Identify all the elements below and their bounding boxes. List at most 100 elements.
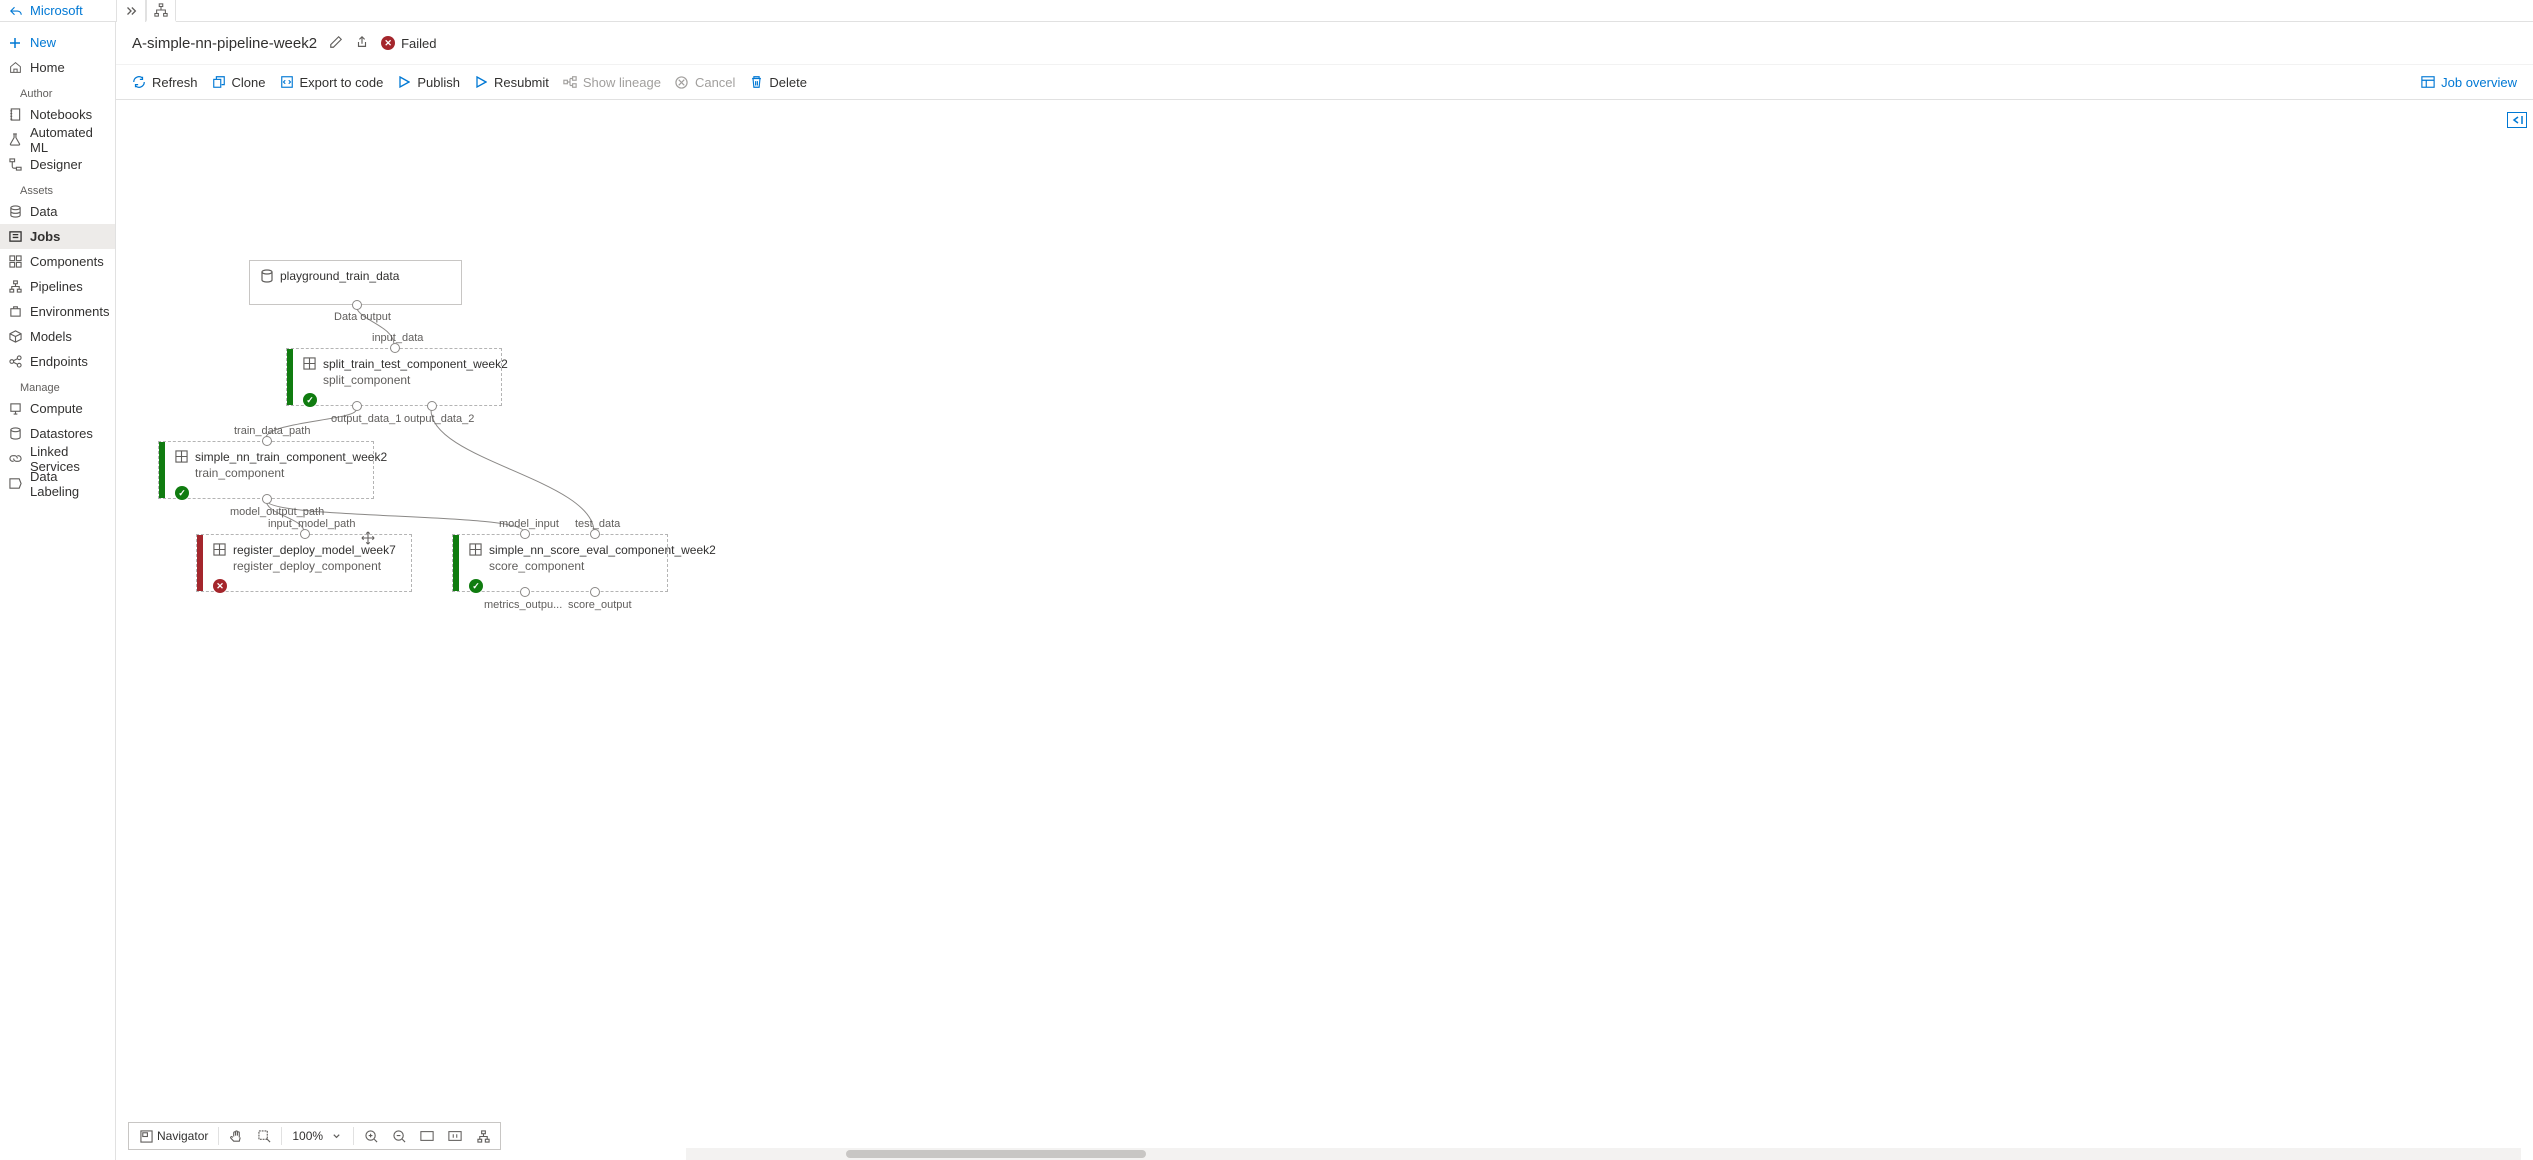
- component-icon: [469, 543, 483, 557]
- dataset-icon: [260, 269, 274, 283]
- sidebar-item-label: Jobs: [30, 229, 60, 244]
- port-data-output[interactable]: [352, 300, 362, 310]
- expand-panel-button[interactable]: [2507, 112, 2527, 128]
- pipeline-canvas[interactable]: playground_train_data Data output input_…: [116, 100, 2533, 1160]
- zoom-out-button[interactable]: [386, 1123, 412, 1149]
- component-icon: [213, 543, 227, 557]
- port-score-output[interactable]: [590, 587, 600, 597]
- job-overview-label: Job overview: [2441, 75, 2517, 90]
- pipeline-icon: [154, 3, 168, 17]
- port-output-data-1[interactable]: [352, 401, 362, 411]
- sidebar-item-linked[interactable]: Linked Services: [0, 446, 115, 471]
- sidebar-item-compute[interactable]: Compute: [0, 396, 115, 421]
- node-train[interactable]: simple_nn_train_component_week2 train_co…: [158, 441, 374, 499]
- link-icon: [8, 452, 22, 466]
- endpoints-icon: [8, 355, 22, 369]
- port-output-data-2[interactable]: [427, 401, 437, 411]
- edit-button[interactable]: [329, 35, 343, 52]
- clone-icon: [212, 75, 226, 89]
- pipeline-title: A-simple-nn-pipeline-week2: [132, 35, 317, 52]
- cancel-button: Cancel: [675, 75, 735, 90]
- refresh-button[interactable]: Refresh: [132, 75, 198, 90]
- scrollbar-thumb[interactable]: [846, 1150, 1146, 1158]
- port-model-input[interactable]: [520, 529, 530, 539]
- sidebar-item-designer[interactable]: Designer: [0, 152, 115, 177]
- share-button[interactable]: [355, 35, 369, 52]
- status-success-icon: ✓: [469, 579, 483, 593]
- sidebar-item-labeling[interactable]: Data Labeling: [0, 471, 115, 496]
- auto-layout-button[interactable]: [470, 1123, 496, 1149]
- node-playground-train-data[interactable]: playground_train_data: [249, 260, 462, 305]
- sidebar-item-label: Designer: [30, 157, 82, 172]
- sidebar-item-jobs[interactable]: Jobs: [0, 224, 115, 249]
- resubmit-label: Resubmit: [494, 75, 549, 90]
- actual-size-button[interactable]: [442, 1123, 468, 1149]
- pipelines-icon: [8, 280, 22, 294]
- models-icon: [8, 330, 22, 344]
- sidebar-home[interactable]: Home: [0, 55, 115, 80]
- status-bar-ok: [453, 535, 459, 591]
- zoom-level[interactable]: 100%: [286, 1123, 349, 1149]
- actual-size-icon: [448, 1129, 462, 1143]
- sidebar-item-endpoints[interactable]: Endpoints: [0, 349, 115, 374]
- port-input-data[interactable]: [390, 343, 400, 353]
- port-model-output-path[interactable]: [262, 494, 272, 504]
- sidebar-item-data[interactable]: Data: [0, 199, 115, 224]
- trash-icon: [749, 75, 763, 89]
- sidebar-item-datastores[interactable]: Datastores: [0, 421, 115, 446]
- resubmit-button[interactable]: Resubmit: [474, 75, 549, 90]
- node-title-label: simple_nn_score_eval_component_week2: [489, 543, 716, 557]
- node-register[interactable]: register_deploy_model_week7 register_dep…: [196, 534, 412, 592]
- sidebar-new-label: New: [30, 35, 56, 50]
- node-subtitle: score_component: [489, 559, 657, 573]
- node-title-label: playground_train_data: [280, 269, 399, 283]
- plus-icon: [8, 36, 22, 50]
- sidebar-item-environments[interactable]: Environments: [0, 299, 115, 324]
- sidebar-item-notebooks[interactable]: Notebooks: [0, 102, 115, 127]
- sidebar-item-models[interactable]: Models: [0, 324, 115, 349]
- port-test-data[interactable]: [590, 529, 600, 539]
- hand-icon: [229, 1129, 243, 1143]
- sidebar-item-pipelines[interactable]: Pipelines: [0, 274, 115, 299]
- sidebar-item-label: Datastores: [30, 426, 93, 441]
- sidebar-item-label: Components: [30, 254, 104, 269]
- flask-icon: [8, 133, 22, 147]
- delete-button[interactable]: Delete: [749, 75, 807, 90]
- port-label: Data output: [334, 311, 391, 323]
- cancel-icon: [675, 75, 689, 89]
- clone-button[interactable]: Clone: [212, 75, 266, 90]
- pan-button[interactable]: [223, 1123, 249, 1149]
- fit-screen-button[interactable]: [414, 1123, 440, 1149]
- sidebar-section-author: Author: [0, 80, 115, 102]
- tab-expand[interactable]: [116, 0, 146, 22]
- sidebar-item-automl[interactable]: Automated ML: [0, 127, 115, 152]
- sidebar-new[interactable]: New: [0, 30, 115, 55]
- back-label: Microsoft: [30, 3, 83, 18]
- tag-icon: [8, 477, 22, 491]
- export-code-button[interactable]: Export to code: [280, 75, 384, 90]
- sidebar-section-assets: Assets: [0, 177, 115, 199]
- publish-button[interactable]: Publish: [397, 75, 460, 90]
- horizontal-scrollbar[interactable]: [686, 1148, 2521, 1160]
- sidebar-item-components[interactable]: Components: [0, 249, 115, 274]
- tab-pipeline[interactable]: [146, 0, 176, 22]
- port-train-data-path[interactable]: [262, 436, 272, 446]
- navigator-button[interactable]: Navigator: [133, 1123, 214, 1149]
- main-area: A-simple-nn-pipeline-week2 ✕ Failed Refr…: [116, 22, 2533, 1160]
- node-score[interactable]: simple_nn_score_eval_component_week2 sco…: [452, 534, 668, 592]
- zoom-in-icon: [364, 1129, 378, 1143]
- fit-icon: [420, 1129, 434, 1143]
- status-error-icon: ✕: [213, 579, 227, 593]
- status-bar-ok: [159, 442, 165, 498]
- zoom-out-icon: [392, 1129, 406, 1143]
- sidebar-item-label: Models: [30, 329, 72, 344]
- select-button[interactable]: [251, 1123, 277, 1149]
- job-overview-button[interactable]: Job overview: [2421, 75, 2517, 90]
- node-split[interactable]: split_train_test_component_week2 split_c…: [286, 348, 502, 406]
- port-input-model-path[interactable]: [300, 529, 310, 539]
- canvas-bottom-toolbar: Navigator 100%: [128, 1122, 501, 1150]
- back-link[interactable]: Microsoft: [0, 0, 116, 21]
- zoom-in-button[interactable]: [358, 1123, 384, 1149]
- port-metrics-output[interactable]: [520, 587, 530, 597]
- sidebar-home-label: Home: [30, 60, 65, 75]
